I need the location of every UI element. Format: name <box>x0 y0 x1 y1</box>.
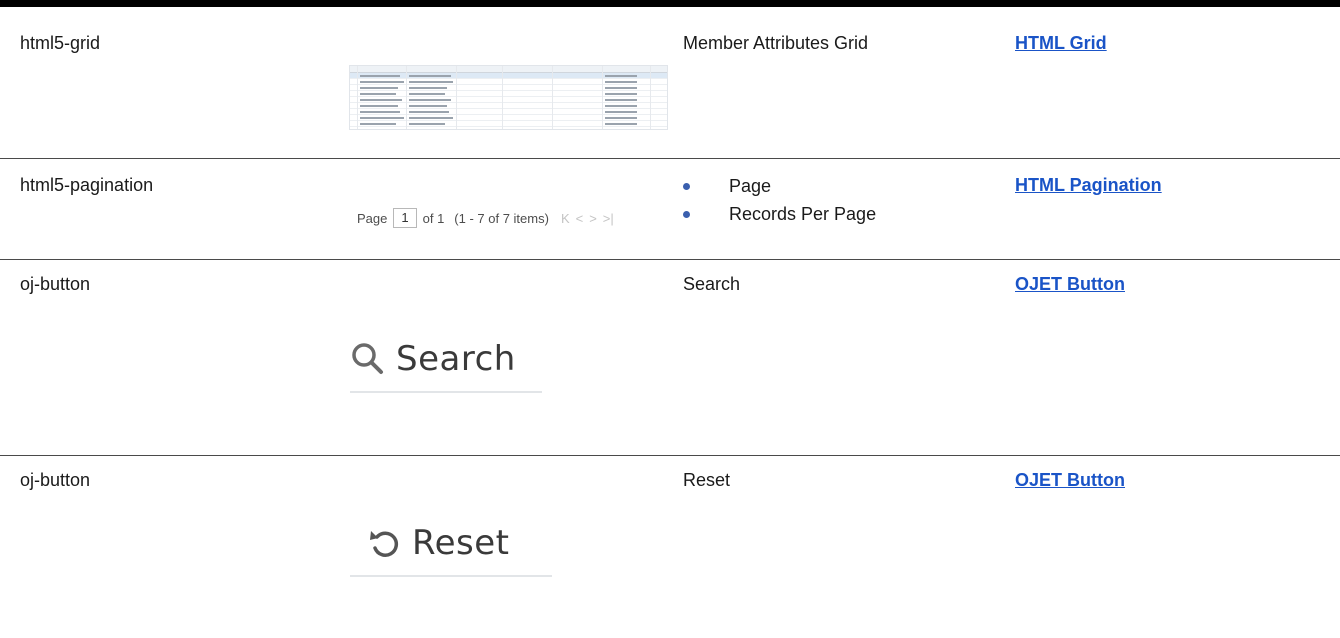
list-item: Page <box>683 172 876 200</box>
table-top-border <box>0 0 1340 7</box>
html-pagination-link[interactable]: HTML Pagination <box>1015 174 1162 196</box>
component-description: Search <box>683 274 741 294</box>
component-description: Page Records Per Page <box>683 172 876 228</box>
pager-page-input: 1 <box>393 208 417 228</box>
reset-button-label: Reset <box>412 523 510 563</box>
bullet-icon <box>683 211 690 218</box>
html-grid-link[interactable]: HTML Grid <box>1015 32 1107 54</box>
search-icon <box>352 343 383 374</box>
search-button-label: Search <box>396 339 516 379</box>
pager-page-label: Page <box>357 210 388 226</box>
pager-range-label: (1 - 7 of 7 items) <box>454 210 549 226</box>
component-name: html5-grid <box>20 33 101 53</box>
button-underline <box>350 575 552 577</box>
table-row: html5-pagination Page 1 of 1 (1 - 7 of 7… <box>0 158 1340 260</box>
reset-button-image: Reset <box>350 523 552 577</box>
button-underline <box>350 391 542 393</box>
table-row: html5-grid Member Attributes Grid HTML G… <box>0 7 1340 159</box>
pagination-thumbnail-image: Page 1 of 1 (1 - 7 of 7 items) K < > >| <box>357 208 614 228</box>
list-item: Records Per Page <box>683 200 876 228</box>
previous-page-icon: < <box>575 210 584 226</box>
first-page-icon: K <box>560 210 570 226</box>
component-description: Reset <box>683 470 731 490</box>
bullet-list: Page Records Per Page <box>683 172 876 228</box>
last-page-icon: >| <box>602 210 614 226</box>
pager-of-label: of 1 <box>422 210 445 226</box>
search-button-image: Search <box>350 339 542 393</box>
component-name: oj-button <box>20 274 91 294</box>
component-name: oj-button <box>20 470 91 490</box>
table-row: oj-button Reset Reset OJET Button <box>0 455 1340 638</box>
bullet-icon <box>683 183 690 190</box>
component-name: html5-pagination <box>20 175 154 195</box>
component-description: Member Attributes Grid <box>683 33 869 53</box>
grid-thumbnail-image <box>349 65 668 130</box>
reset-icon <box>370 531 399 557</box>
ojet-button-link[interactable]: OJET Button <box>1015 469 1125 491</box>
next-page-icon: > <box>589 210 597 226</box>
table-row: oj-button Search Search OJET Button <box>0 259 1340 456</box>
ojet-button-link[interactable]: OJET Button <box>1015 273 1125 295</box>
